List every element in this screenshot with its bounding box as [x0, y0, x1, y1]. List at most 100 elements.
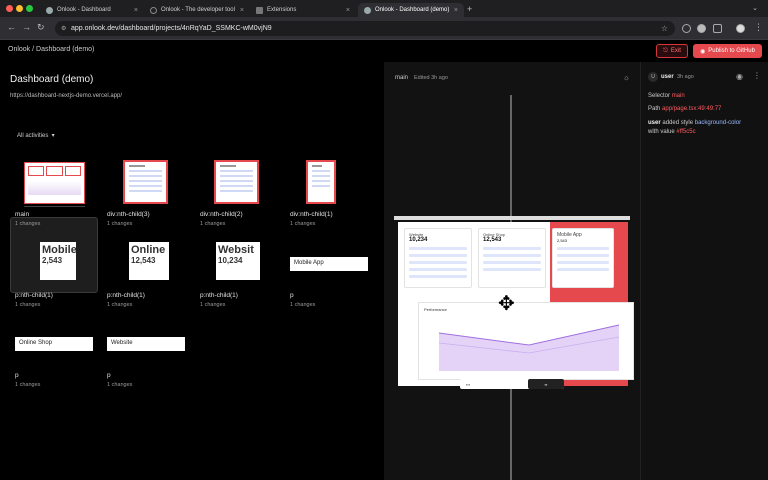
card-name: p:nth-child(1) [15, 292, 53, 299]
chevron-down-icon: ▾ [50, 133, 55, 139]
github-icon [46, 6, 53, 14]
card-thumbnail: Online Shop [15, 337, 93, 351]
card-changes: 1 changes [290, 302, 316, 308]
card-name: p:nth-child(1) [200, 292, 238, 299]
project-url[interactable]: https://dashboard-nextjs-demo.vercel.app… [10, 93, 122, 99]
app-header: Onlook / Dashboard (demo) ⎋ Exit ◉ Publi… [0, 40, 768, 62]
maximize-window-button[interactable] [26, 5, 33, 12]
card-changes: 1 changes [15, 382, 41, 388]
card-changes: 1 changes [15, 302, 41, 308]
preview-stat-card: Website 10,234 [404, 228, 472, 288]
extension-icon[interactable] [682, 24, 691, 33]
project-title: Dashboard (demo) [10, 74, 94, 85]
onlook-extension-icon[interactable] [697, 24, 706, 33]
card-name: div:nth-child(1) [290, 211, 333, 218]
browser-tab[interactable]: Onlook - The developer tool × [144, 3, 250, 17]
onlook-icon [150, 6, 157, 14]
activity-time: 3h ago [677, 74, 694, 80]
github-icon[interactable]: ◉ [736, 72, 743, 81]
browser-tab[interactable]: Onlook - Dashboard × [40, 3, 144, 17]
breadcrumb[interactable]: Onlook / Dashboard (demo) [8, 46, 94, 53]
back-arrow-icon[interactable]: ← [7, 22, 16, 32]
activities-filter-dropdown[interactable]: All activities ▾ [17, 132, 55, 139]
card-thumbnail: Mobile App [290, 257, 368, 271]
exit-icon: ⎋ [663, 47, 668, 54]
extensions-puzzle-icon[interactable] [713, 24, 722, 33]
viewport-label: ▪▪▪ [466, 381, 471, 387]
close-tab-icon[interactable]: × [134, 7, 138, 14]
browser-toolbar: ← → ↻ ⚙ app.onlook.dev/dashboard/project… [0, 17, 768, 40]
selector-value: main [671, 93, 685, 99]
sun-icon[interactable]: ☼ [623, 73, 630, 82]
profile-avatar-icon[interactable] [736, 24, 745, 33]
card-changes: 1 changes [200, 302, 226, 308]
resize-cursor-icon: ✥ [498, 293, 515, 315]
browser-tab[interactable]: Extensions × [250, 3, 356, 17]
canvas-toolbar: main Edited 3h ago ☼ [384, 62, 640, 92]
path-line: Path app/page.tsx:49:49:77 [648, 106, 722, 112]
browser-tab-bar: Onlook - Dashboard × Onlook - The develo… [0, 0, 768, 17]
path-value[interactable]: app/page.tsx:49:49:77 [662, 106, 721, 112]
address-bar[interactable]: ⚙ app.onlook.dev/dashboard/projects/4nRq… [55, 21, 675, 36]
card-name: p [290, 292, 294, 299]
performance-chart-card: Performance [418, 302, 634, 380]
card-changes: 1 changes [15, 221, 41, 227]
card-changes: 1 changes [200, 221, 226, 227]
forward-arrow-icon[interactable]: → [22, 22, 31, 32]
minimize-window-button[interactable] [16, 5, 23, 12]
close-tab-icon[interactable]: × [240, 7, 244, 14]
card-thumbnail [24, 162, 85, 204]
selector-line: Selector main [648, 93, 685, 99]
github-icon: ◉ [700, 48, 706, 55]
card-name: p [107, 372, 111, 379]
branch-name: main [395, 75, 409, 81]
card-name: p:nth-child(1) [107, 292, 145, 299]
card-thumbnail: Online 12,543 [129, 242, 169, 280]
card-thumbnail: Websit 10,234 [216, 242, 260, 280]
puzzle-icon [256, 6, 263, 14]
card-name: div:nth-child(3) [107, 211, 150, 218]
performance-chart [438, 324, 620, 371]
card-changes: 1 changes [290, 221, 316, 227]
preview-stat-card: Online Shop 12,543 [478, 228, 546, 288]
exit-button[interactable]: ⎋ Exit [656, 44, 688, 58]
preview-bottom-toolbar[interactable]: ▪▪▪ ▪▪ [460, 379, 564, 389]
card-thumbnail: Mobile 2,543 [40, 242, 76, 280]
close-tab-icon[interactable]: × [454, 7, 458, 14]
frame-top-bar [394, 216, 630, 220]
viewport-toggle[interactable]: ▪▪ [528, 379, 564, 389]
card-name: main [15, 211, 30, 218]
card-changes: 1 changes [107, 302, 133, 308]
browser-menu-icon[interactable]: ⋮ [754, 22, 763, 33]
action-line: user added style background-color [648, 120, 742, 126]
card-name: div:nth-child(2) [200, 211, 243, 218]
reload-icon[interactable]: ↻ [37, 22, 45, 33]
publish-to-github-button[interactable]: ◉ Publish to GitHub [693, 44, 762, 58]
activity-detail-panel: U user 3h ago ◉ ⋮ Selector main Path app… [640, 62, 768, 480]
user-name: user [661, 74, 674, 80]
close-tab-icon[interactable]: × [346, 7, 350, 14]
style-value: #ff5c5c [676, 129, 696, 135]
bookmark-star-icon[interactable]: ☆ [661, 24, 668, 33]
new-tab-button[interactable]: + [467, 4, 472, 14]
card-thumbnail [306, 160, 336, 204]
card-name: p [15, 372, 19, 379]
url-text: app.onlook.dev/dashboard/projects/4nRqYa… [71, 25, 272, 32]
github-icon [364, 6, 371, 14]
card-changes: 1 changes [107, 221, 133, 227]
card-thumbnail: Website [107, 337, 185, 351]
preview-canvas[interactable]: main Edited 3h ago ☼ Website 10,234 Onli… [384, 62, 640, 480]
preview-stat-card: Mobile App 2,543 [552, 228, 614, 288]
site-info-icon[interactable]: ⚙ [61, 25, 66, 32]
user-avatar: U [648, 72, 658, 82]
card-thumbnail [123, 160, 168, 204]
activity-list-panel: Dashboard (demo) https://dashboard-nextj… [0, 62, 384, 480]
value-line: with value #ff5c5c [648, 129, 696, 135]
tab-list-chevron-icon[interactable]: ⌄ [752, 4, 758, 12]
card-changes: 1 changes [107, 382, 133, 388]
close-window-button[interactable] [6, 5, 13, 12]
edited-time: Edited 3h ago [414, 75, 448, 81]
more-options-icon[interactable]: ⋮ [753, 71, 761, 80]
browser-tab-active[interactable]: Onlook - Dashboard (demo) × [358, 3, 464, 17]
card-thumbnail [214, 160, 259, 204]
